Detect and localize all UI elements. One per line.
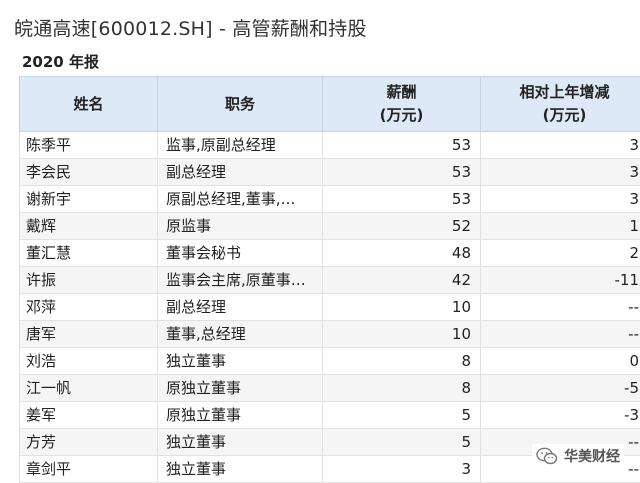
cell-change: 3 xyxy=(481,186,640,213)
cell-change: 1 xyxy=(481,213,640,240)
cell-position: 原副总经理,董事,… xyxy=(158,186,323,213)
cell-name: 邓萍 xyxy=(20,294,158,321)
cell-salary: 53 xyxy=(323,186,481,213)
cell-salary: 48 xyxy=(323,240,481,267)
cell-name: 唐军 xyxy=(20,321,158,348)
cell-salary: 5 xyxy=(323,429,481,456)
cell-change: -5 xyxy=(481,375,640,402)
cell-name: 陈季平 xyxy=(20,132,158,159)
cell-salary: 42 xyxy=(323,267,481,294)
cell-name: 李会民 xyxy=(20,159,158,186)
table-row: 邓萍 副总经理 10 -- xyxy=(20,294,640,321)
table-row: 李会民 副总经理 53 3 xyxy=(20,159,640,186)
cell-salary: 8 xyxy=(323,348,481,375)
cell-name: 章剑平 xyxy=(20,456,158,483)
cell-position: 副总经理 xyxy=(158,159,323,186)
cell-position: 原独立董事 xyxy=(158,402,323,429)
table-row: 谢新宇 原副总经理,董事,… 53 3 xyxy=(20,186,640,213)
header-salary-label: 薪酬 xyxy=(323,81,480,104)
header-name[interactable]: 姓名 xyxy=(20,77,158,132)
cell-change: -11 xyxy=(481,267,640,294)
cell-position: 董事,总经理 xyxy=(158,321,323,348)
cell-position: 独立董事 xyxy=(158,348,323,375)
cell-name: 谢新宇 xyxy=(20,186,158,213)
header-change[interactable]: 相对上年增减 (万元) xyxy=(481,77,640,132)
cell-position: 原监事 xyxy=(158,213,323,240)
cell-change: 0 xyxy=(481,348,640,375)
cell-salary: 5 xyxy=(323,402,481,429)
cell-salary: 10 xyxy=(323,321,481,348)
report-period: 2020 年报 xyxy=(22,51,99,72)
cell-name: 方芳 xyxy=(20,429,158,456)
cell-name: 姜军 xyxy=(20,402,158,429)
source-watermark: 华美财经 xyxy=(532,444,624,468)
page-title: 皖通高速[600012.SH] - 高管薪酬和持股 xyxy=(14,14,367,41)
wechat-icon xyxy=(536,447,558,465)
table-row: 姜军 原独立董事 5 -3 xyxy=(20,402,640,429)
cell-change: 3 xyxy=(481,159,640,186)
cell-change: -- xyxy=(481,294,640,321)
header-position[interactable]: 职务 xyxy=(158,77,323,132)
cell-change: 3 xyxy=(481,132,640,159)
header-salary[interactable]: 薪酬 (万元) xyxy=(323,77,481,132)
header-change-label: 相对上年增减 xyxy=(481,81,640,104)
cell-change: -3 xyxy=(481,402,640,429)
table-row: 唐军 董事,总经理 10 -- xyxy=(20,321,640,348)
cell-position: 独立董事 xyxy=(158,429,323,456)
table-row: 江一帆 原独立董事 8 -5 xyxy=(20,375,640,402)
header-salary-unit: (万元) xyxy=(323,104,480,127)
cell-position: 监事会主席,原董事… xyxy=(158,267,323,294)
watermark-text: 华美财经 xyxy=(564,446,620,466)
cell-name: 戴辉 xyxy=(20,213,158,240)
table-row: 刘浩 独立董事 8 0 xyxy=(20,348,640,375)
cell-name: 董汇慧 xyxy=(20,240,158,267)
cell-position: 监事,原副总经理 xyxy=(158,132,323,159)
cell-position: 原独立董事 xyxy=(158,375,323,402)
table-header-row: 姓名 职务 薪酬 (万元) 相对上年增减 (万元) xyxy=(20,77,640,132)
cell-change: 2 xyxy=(481,240,640,267)
table-row: 许振 监事会主席,原董事… 42 -11 xyxy=(20,267,640,294)
cell-name: 许振 xyxy=(20,267,158,294)
cell-change: -- xyxy=(481,321,640,348)
cell-name: 江一帆 xyxy=(20,375,158,402)
table-row: 陈季平 监事,原副总经理 53 3 xyxy=(20,132,640,159)
cell-position: 副总经理 xyxy=(158,294,323,321)
cell-name: 刘浩 xyxy=(20,348,158,375)
cell-position: 独立董事 xyxy=(158,456,323,483)
cell-salary: 10 xyxy=(323,294,481,321)
cell-salary: 53 xyxy=(323,159,481,186)
table-row: 戴辉 原监事 52 1 xyxy=(20,213,640,240)
table-row: 董汇慧 董事会秘书 48 2 xyxy=(20,240,640,267)
executive-compensation-table: 姓名 职务 薪酬 (万元) 相对上年增减 (万元) 陈季平 监事,原副总经理 5… xyxy=(19,76,640,483)
cell-salary: 52 xyxy=(323,213,481,240)
cell-position: 董事会秘书 xyxy=(158,240,323,267)
cell-salary: 8 xyxy=(323,375,481,402)
cell-salary: 53 xyxy=(323,132,481,159)
header-change-unit: (万元) xyxy=(481,104,640,127)
cell-salary: 3 xyxy=(323,456,481,483)
